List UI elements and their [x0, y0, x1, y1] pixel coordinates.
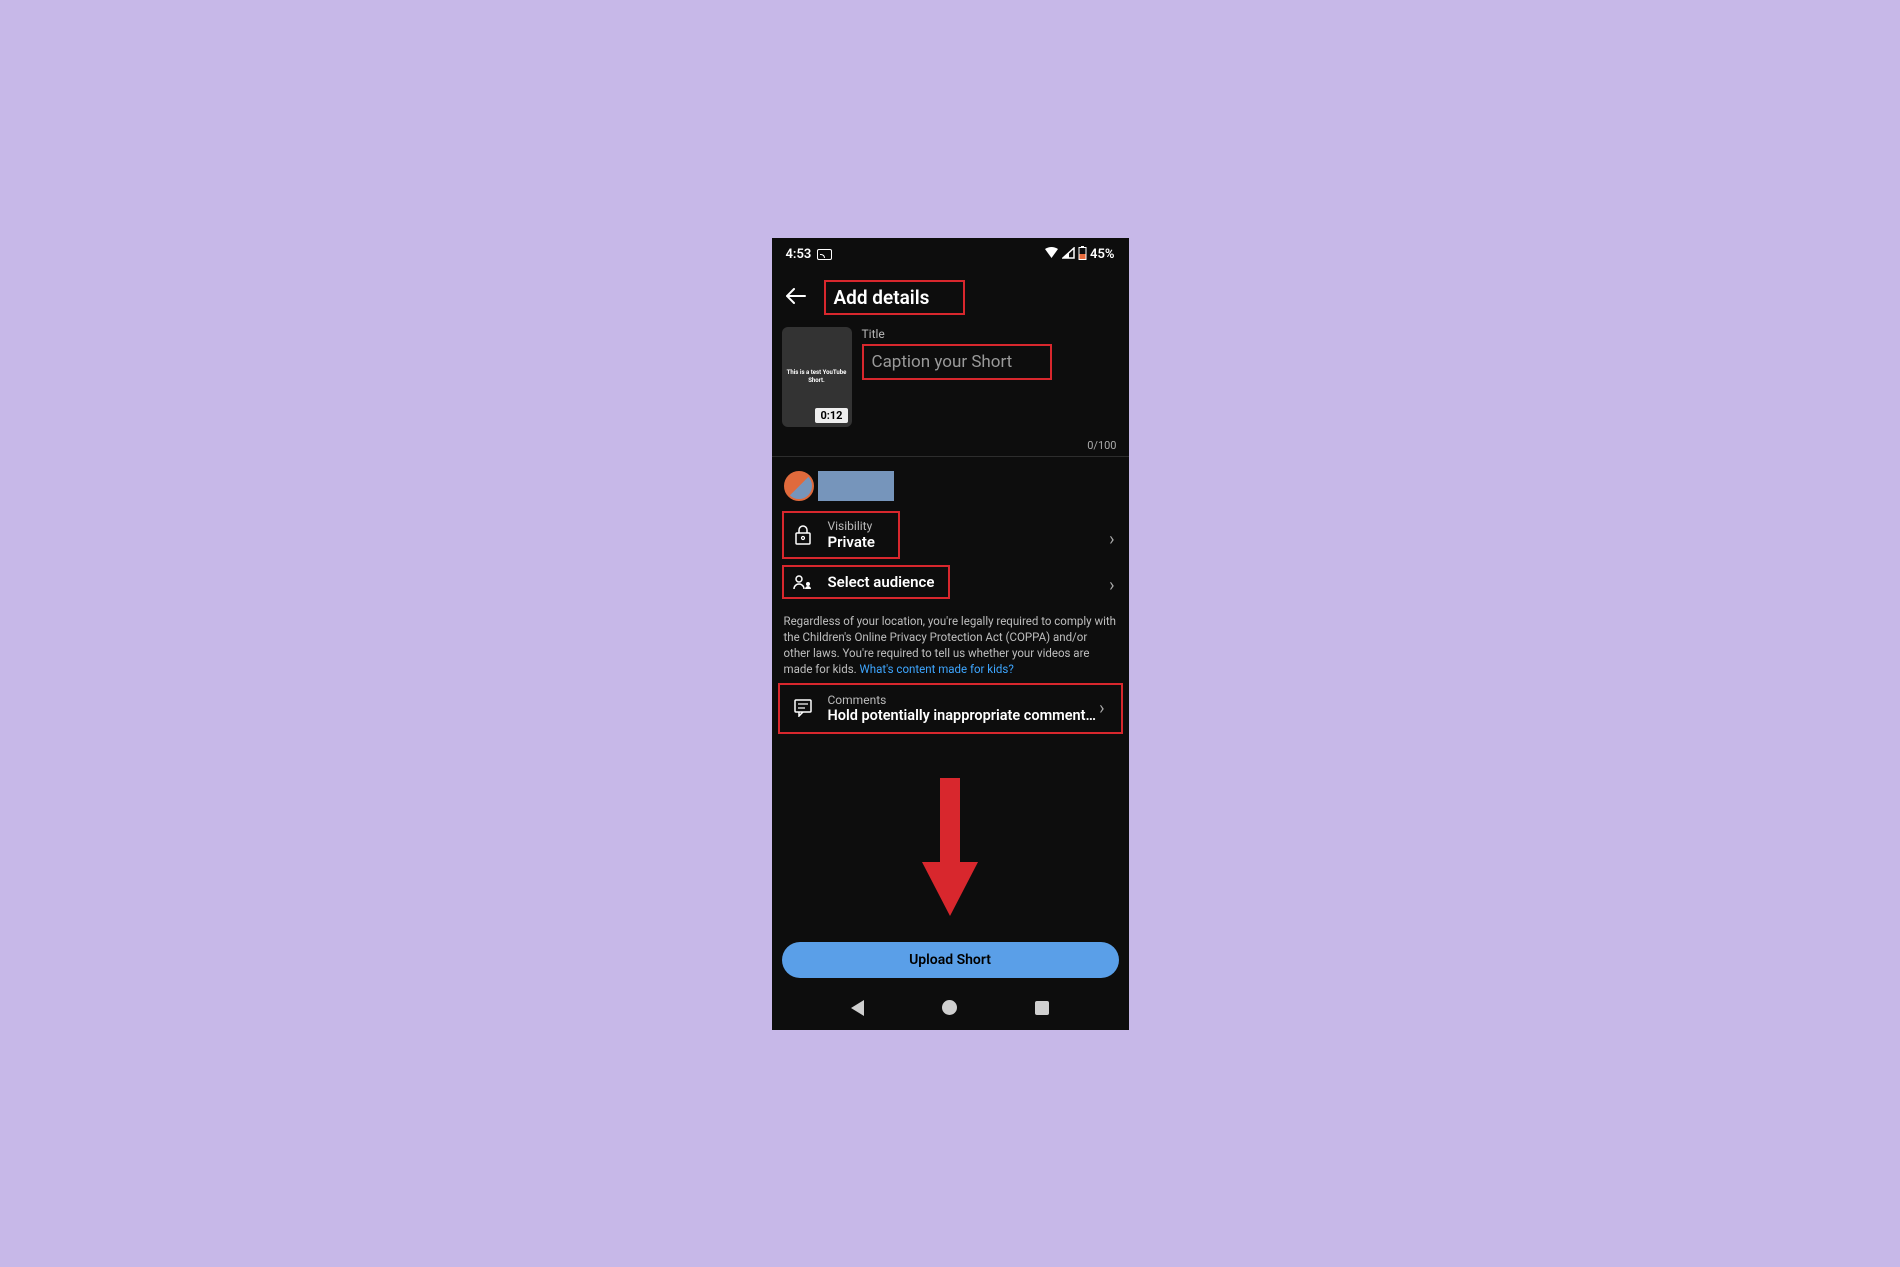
back-button[interactable] — [782, 285, 810, 309]
battery-icon — [1078, 246, 1087, 264]
annotation-arrow-down — [922, 778, 978, 922]
visibility-row-highlight: Visibility Private — [782, 511, 900, 559]
upload-short-button[interactable]: Upload Short — [782, 942, 1119, 978]
coppa-link[interactable]: What's content made for kids? — [860, 662, 1014, 676]
video-thumbnail[interactable]: This is a test YouTube Short. 0:12 — [782, 327, 852, 427]
people-icon — [792, 574, 814, 590]
visibility-value: Private — [828, 533, 896, 551]
status-time: 4:53 — [786, 247, 812, 262]
thumbnail-preview-text: This is a test YouTube Short. — [786, 369, 848, 384]
nav-recents-icon[interactable] — [1035, 1001, 1049, 1015]
cast-icon — [817, 249, 832, 260]
title-char-counter: 0/100 — [772, 433, 1129, 456]
coppa-notice: Regardless of your location, you're lega… — [772, 605, 1129, 677]
phone-frame: 4:53 45% Add details This is a test YouT… — [772, 238, 1129, 1030]
comments-row-highlight: Comments Hold potentially inappropriate … — [778, 683, 1123, 734]
comments-row[interactable]: Comments Hold potentially inappropriate … — [788, 691, 1119, 726]
status-bar: 4:53 45% — [772, 238, 1129, 270]
title-placeholder: Caption your Short — [872, 352, 1013, 372]
comment-icon — [792, 699, 814, 717]
account-name-redacted — [818, 471, 894, 501]
battery-percent: 45% — [1090, 247, 1114, 262]
thumbnail-duration: 0:12 — [815, 408, 847, 423]
signal-icon — [1062, 247, 1075, 263]
app-header: Add details — [772, 270, 1129, 327]
audience-row-highlight: Select audience — [782, 565, 950, 599]
chevron-right-icon[interactable]: › — [1109, 529, 1114, 550]
wifi-icon — [1044, 247, 1059, 263]
nav-back-icon[interactable] — [851, 1000, 864, 1016]
avatar — [784, 471, 814, 501]
audience-label: Select audience — [828, 573, 935, 591]
nav-home-icon[interactable] — [942, 1000, 957, 1015]
comments-value: Hold potentially inappropriate comment… — [828, 707, 1115, 724]
comments-label: Comments — [828, 693, 1115, 707]
title-input[interactable]: Caption your Short — [862, 344, 1052, 380]
android-nav-bar — [772, 990, 1129, 1026]
chevron-right-icon: › — [1099, 698, 1104, 719]
page-title: Add details — [824, 280, 966, 315]
lock-icon — [792, 525, 814, 545]
title-label: Title — [862, 327, 1119, 341]
chevron-right-icon[interactable]: › — [1109, 575, 1114, 596]
visibility-label: Visibility — [828, 519, 896, 533]
account-row[interactable] — [772, 457, 1129, 511]
